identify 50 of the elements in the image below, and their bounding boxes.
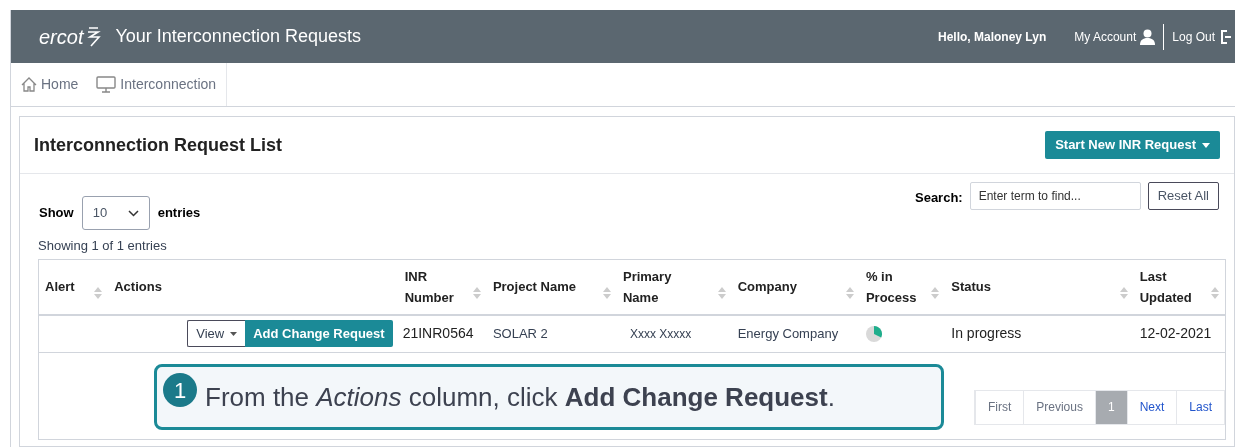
table-cell: Xxxx Xxxxx — [629, 326, 692, 341]
column-header[interactable]: Last Updated — [1139, 265, 1207, 308]
breadcrumb-link[interactable]: Interconnection — [96, 74, 217, 95]
table-cell: 12-02-2021 — [1139, 325, 1212, 342]
search-label: Search: — [915, 189, 963, 207]
add-change-request-button[interactable]: Add Change Request — [245, 320, 393, 348]
table-cell: In progress — [951, 325, 1022, 342]
table-cell: Energy Company — [737, 326, 839, 341]
breadcrumb-link[interactable]: Home — [21, 74, 79, 95]
column-header[interactable]: Primary Name — [622, 265, 693, 308]
my-account-link[interactable]: My Account — [1074, 27, 1156, 46]
sort-icon[interactable] — [717, 286, 726, 299]
sort-icon[interactable] — [931, 286, 940, 299]
entries-select[interactable]: 10 — [81, 196, 150, 230]
card-title: Interconnection Request List — [34, 133, 283, 157]
sort-icon[interactable] — [472, 286, 481, 299]
sort-icon[interactable] — [1211, 286, 1219, 299]
column-header[interactable]: Company — [737, 276, 797, 297]
home-icon — [21, 77, 37, 92]
chevron-down-icon — [127, 209, 139, 217]
greeting: Hello, Maloney Lyn — [938, 28, 1047, 46]
instruction-text: From the Actions column, click Add Change Request. — [205, 380, 835, 414]
table-cell: SOLAR 2 — [492, 326, 548, 341]
column-header[interactable]: Actions — [114, 276, 162, 297]
start-new-request-button[interactable]: Start New INR Request — [1045, 131, 1220, 159]
entries-info: Showing 1 of 1 entries — [37, 237, 168, 255]
logo[interactable]: ercot — [39, 21, 102, 52]
sort-icon[interactable] — [845, 286, 854, 299]
log-out-icon — [1221, 29, 1231, 44]
column-header[interactable]: Status — [951, 276, 992, 297]
show-label: Show — [39, 204, 74, 223]
page-title: Your Interconnection Requests — [115, 25, 361, 48]
column-header[interactable]: INR Number — [404, 265, 469, 308]
progress-pie-icon — [865, 325, 882, 342]
column-header[interactable]: Project Name — [492, 276, 576, 297]
column-header[interactable]: % in Process — [865, 265, 928, 308]
table-cell: 21INR0564 — [402, 325, 474, 342]
caret-icon — [1202, 142, 1210, 148]
sort-icon[interactable] — [602, 286, 611, 299]
search-field[interactable]: Enter term to find... — [969, 182, 1141, 210]
column-header[interactable]: Alert — [45, 276, 75, 297]
entries-label: entries — [157, 204, 201, 223]
monitor-icon — [96, 76, 117, 93]
user-icon — [1140, 28, 1156, 45]
reset-all-button[interactable]: Reset All — [1147, 182, 1219, 210]
step-number-badge: 1 — [163, 373, 197, 407]
sort-icon[interactable] — [1119, 286, 1128, 299]
sort-icon[interactable] — [94, 286, 103, 299]
caret-icon — [230, 331, 238, 336]
log-out-link[interactable]: Log Out — [1172, 27, 1231, 46]
